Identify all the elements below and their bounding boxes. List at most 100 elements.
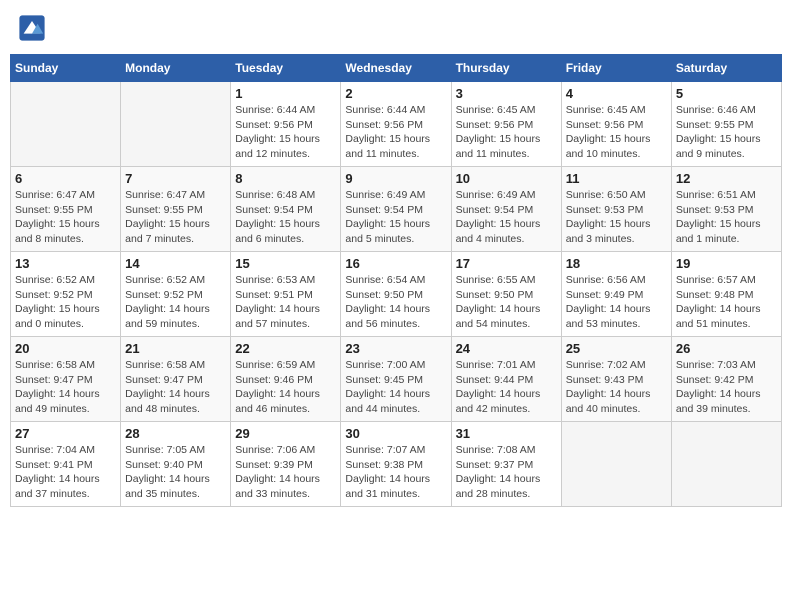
day-number: 14	[125, 256, 226, 271]
day-number: 6	[15, 171, 116, 186]
calendar-cell: 11Sunrise: 6:50 AM Sunset: 9:53 PM Dayli…	[561, 167, 671, 252]
calendar-cell: 14 Sunrise: 6:52 AM Sunset: 9:52 PM Dayli…	[121, 252, 231, 337]
calendar-cell: 10Sunrise: 6:49 AM Sunset: 9:54 PM Dayli…	[451, 167, 561, 252]
calendar-cell: 16 Sunrise: 6:54 AM Sunset: 9:50 PM Dayli…	[341, 252, 451, 337]
day-number: 10	[456, 171, 557, 186]
day-info: Sunrise: 6:45 AM Sunset: 9:56 PM Dayligh…	[456, 103, 557, 162]
week-row-1: 1 Sunrise: 6:44 AM Sunset: 9:56 PM Daylig…	[11, 82, 782, 167]
week-row-2: 6 Sunrise: 6:47 AM Sunset: 9:55 PM Daylig…	[11, 167, 782, 252]
day-number: 30	[345, 426, 446, 441]
day-info: Sunrise: 6:48 AM Sunset: 9:54 PM Dayligh…	[235, 188, 336, 247]
day-number: 26	[676, 341, 777, 356]
day-info: Sunrise: 6:55 AM Sunset: 9:50 PM Dayligh…	[456, 273, 557, 332]
day-number: 25	[566, 341, 667, 356]
day-number: 5	[676, 86, 777, 101]
day-number: 2	[345, 86, 446, 101]
day-info: Sunrise: 6:49 AM Sunset: 9:54 PM Dayligh…	[345, 188, 446, 247]
calendar-cell: 12 Sunrise: 6:51 AM Sunset: 9:53 PM Dayli…	[671, 167, 781, 252]
day-info: Sunrise: 7:02 AM Sunset: 9:43 PM Dayligh…	[566, 358, 667, 417]
calendar-cell	[11, 82, 121, 167]
day-info: Sunrise: 7:06 AM Sunset: 9:39 PM Dayligh…	[235, 443, 336, 502]
calendar-cell: 7Sunrise: 6:47 AM Sunset: 9:55 PM Daylig…	[121, 167, 231, 252]
day-info: Sunrise: 6:54 AM Sunset: 9:50 PM Dayligh…	[345, 273, 446, 332]
day-info: Sunrise: 6:51 AM Sunset: 9:53 PM Dayligh…	[676, 188, 777, 247]
day-header-wednesday: Wednesday	[341, 55, 451, 82]
calendar-cell: 22Sunrise: 6:59 AM Sunset: 9:46 PM Dayli…	[231, 337, 341, 422]
day-number: 24	[456, 341, 557, 356]
day-info: Sunrise: 7:04 AM Sunset: 9:41 PM Dayligh…	[15, 443, 116, 502]
day-header-monday: Monday	[121, 55, 231, 82]
day-info: Sunrise: 7:01 AM Sunset: 9:44 PM Dayligh…	[456, 358, 557, 417]
logo	[18, 14, 50, 42]
day-number: 13	[15, 256, 116, 271]
calendar-table: SundayMondayTuesdayWednesdayThursdayFrid…	[10, 54, 782, 507]
day-info: Sunrise: 7:07 AM Sunset: 9:38 PM Dayligh…	[345, 443, 446, 502]
calendar-cell: 2 Sunrise: 6:44 AM Sunset: 9:56 PM Daylig…	[341, 82, 451, 167]
page-header	[10, 10, 782, 46]
day-number: 23	[345, 341, 446, 356]
day-header-sunday: Sunday	[11, 55, 121, 82]
day-number: 27	[15, 426, 116, 441]
day-number: 19	[676, 256, 777, 271]
calendar-cell: 19 Sunrise: 6:57 AM Sunset: 9:48 PM Dayli…	[671, 252, 781, 337]
day-number: 16	[345, 256, 446, 271]
calendar-cell: 8Sunrise: 6:48 AM Sunset: 9:54 PM Daylig…	[231, 167, 341, 252]
week-row-5: 27 Sunrise: 7:04 AM Sunset: 9:41 PM Dayli…	[11, 422, 782, 507]
day-number: 18	[566, 256, 667, 271]
day-info: Sunrise: 6:57 AM Sunset: 9:48 PM Dayligh…	[676, 273, 777, 332]
calendar-cell: 1Sunrise: 6:44 AM Sunset: 9:56 PM Daylig…	[231, 82, 341, 167]
calendar-cell: 4 Sunrise: 6:45 AM Sunset: 9:56 PM Daylig…	[561, 82, 671, 167]
calendar-cell	[671, 422, 781, 507]
day-header-friday: Friday	[561, 55, 671, 82]
calendar-cell: 29 Sunrise: 7:06 AM Sunset: 9:39 PM Dayli…	[231, 422, 341, 507]
calendar-cell	[121, 82, 231, 167]
day-info: Sunrise: 6:47 AM Sunset: 9:55 PM Dayligh…	[125, 188, 226, 247]
day-info: Sunrise: 6:58 AM Sunset: 9:47 PM Dayligh…	[15, 358, 116, 417]
calendar-cell: 26Sunrise: 7:03 AM Sunset: 9:42 PM Dayli…	[671, 337, 781, 422]
calendar-cell: 17 Sunrise: 6:55 AM Sunset: 9:50 PM Dayli…	[451, 252, 561, 337]
day-info: Sunrise: 7:05 AM Sunset: 9:40 PM Dayligh…	[125, 443, 226, 502]
day-header-thursday: Thursday	[451, 55, 561, 82]
day-info: Sunrise: 6:56 AM Sunset: 9:49 PM Dayligh…	[566, 273, 667, 332]
day-info: Sunrise: 6:52 AM Sunset: 9:52 PM Dayligh…	[125, 273, 226, 332]
day-number: 1	[235, 86, 336, 101]
day-info: Sunrise: 6:46 AM Sunset: 9:55 PM Dayligh…	[676, 103, 777, 162]
calendar-cell: 15Sunrise: 6:53 AM Sunset: 9:51 PM Dayli…	[231, 252, 341, 337]
calendar-cell: 25 Sunrise: 7:02 AM Sunset: 9:43 PM Dayli…	[561, 337, 671, 422]
day-info: Sunrise: 6:58 AM Sunset: 9:47 PM Dayligh…	[125, 358, 226, 417]
day-info: Sunrise: 6:59 AM Sunset: 9:46 PM Dayligh…	[235, 358, 336, 417]
day-number: 11	[566, 171, 667, 186]
day-info: Sunrise: 6:45 AM Sunset: 9:56 PM Dayligh…	[566, 103, 667, 162]
calendar-cell: 3 Sunrise: 6:45 AM Sunset: 9:56 PM Daylig…	[451, 82, 561, 167]
calendar-cell: 5 Sunrise: 6:46 AM Sunset: 9:55 PM Daylig…	[671, 82, 781, 167]
day-number: 12	[676, 171, 777, 186]
calendar-cell: 28 Sunrise: 7:05 AM Sunset: 9:40 PM Dayli…	[121, 422, 231, 507]
week-row-3: 13 Sunrise: 6:52 AM Sunset: 9:52 PM Dayli…	[11, 252, 782, 337]
calendar-cell: 27 Sunrise: 7:04 AM Sunset: 9:41 PM Dayli…	[11, 422, 121, 507]
day-info: Sunrise: 7:08 AM Sunset: 9:37 PM Dayligh…	[456, 443, 557, 502]
calendar-cell	[561, 422, 671, 507]
day-number: 31	[456, 426, 557, 441]
day-number: 28	[125, 426, 226, 441]
calendar-cell: 24 Sunrise: 7:01 AM Sunset: 9:44 PM Dayli…	[451, 337, 561, 422]
calendar-cell: 13 Sunrise: 6:52 AM Sunset: 9:52 PM Dayli…	[11, 252, 121, 337]
day-number: 17	[456, 256, 557, 271]
logo-icon	[18, 14, 46, 42]
day-number: 21	[125, 341, 226, 356]
day-info: Sunrise: 7:00 AM Sunset: 9:45 PM Dayligh…	[345, 358, 446, 417]
calendar-cell: 30 Sunrise: 7:07 AM Sunset: 9:38 PM Dayli…	[341, 422, 451, 507]
day-info: Sunrise: 6:52 AM Sunset: 9:52 PM Dayligh…	[15, 273, 116, 332]
calendar-cell: 9 Sunrise: 6:49 AM Sunset: 9:54 PM Daylig…	[341, 167, 451, 252]
day-number: 20	[15, 341, 116, 356]
calendar-cell: 23 Sunrise: 7:00 AM Sunset: 9:45 PM Dayli…	[341, 337, 451, 422]
day-info: Sunrise: 6:53 AM Sunset: 9:51 PM Dayligh…	[235, 273, 336, 332]
day-number: 3	[456, 86, 557, 101]
day-number: 9	[345, 171, 446, 186]
day-info: Sunrise: 6:44 AM Sunset: 9:56 PM Dayligh…	[345, 103, 446, 162]
day-info: Sunrise: 6:47 AM Sunset: 9:55 PM Dayligh…	[15, 188, 116, 247]
day-number: 4	[566, 86, 667, 101]
calendar-cell: 31 Sunrise: 7:08 AM Sunset: 9:37 PM Dayli…	[451, 422, 561, 507]
day-number: 29	[235, 426, 336, 441]
day-header-tuesday: Tuesday	[231, 55, 341, 82]
calendar-cell: 6 Sunrise: 6:47 AM Sunset: 9:55 PM Daylig…	[11, 167, 121, 252]
